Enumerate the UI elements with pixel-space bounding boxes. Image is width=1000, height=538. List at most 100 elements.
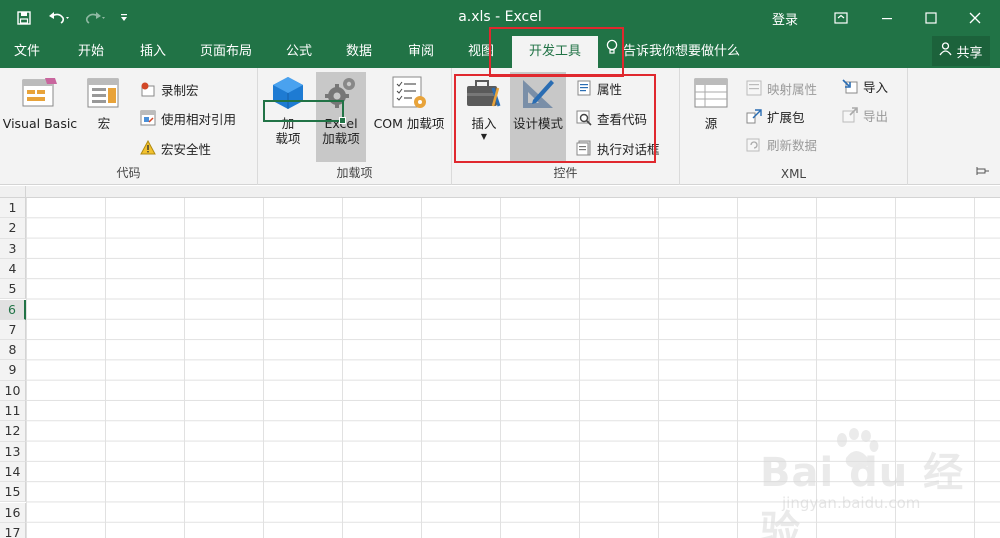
excel-addins-label-2: 加载项: [322, 131, 360, 146]
relative-reference-icon: [140, 110, 156, 126]
tell-me-label: 告诉我你想要做什么: [623, 44, 741, 59]
view-code-label: 查看代码: [597, 111, 648, 127]
watermark: Bai du 经验 jingyan.baidu.com: [746, 424, 986, 538]
row-header[interactable]: 8: [0, 340, 26, 361]
row-header[interactable]: 9: [0, 360, 26, 381]
run-dialog-label: 执行对话框: [597, 141, 660, 157]
refresh-data-button[interactable]: 刷新数据: [746, 133, 817, 155]
visual-basic-button[interactable]: Visual Basic: [2, 72, 78, 162]
macro-icon: [85, 74, 123, 112]
column-headers[interactable]: [26, 186, 1000, 198]
expansion-pack-button[interactable]: 扩展包: [746, 105, 805, 127]
row-header[interactable]: 1: [0, 198, 26, 219]
record-macro-button[interactable]: 录制宏: [140, 78, 199, 100]
group-code-label: 代码: [116, 166, 141, 180]
row-header[interactable]: 6: [0, 299, 26, 320]
share-button[interactable]: 共享: [932, 36, 990, 66]
visual-basic-icon: [21, 74, 59, 112]
watermark-main-text: Bai du 经验: [760, 450, 965, 538]
macro-button[interactable]: 宏: [84, 72, 124, 162]
tab-formulas[interactable]: 公式: [276, 36, 322, 68]
record-macro-icon: [140, 81, 156, 97]
view-code-button[interactable]: 查看代码: [576, 107, 647, 129]
properties-button[interactable]: 属性: [576, 77, 622, 99]
group-xml: 源 映射属性 扩展包 刷新数据 导入 导出 XML: [680, 68, 908, 185]
import-icon: [842, 78, 858, 94]
macro-label: 宏: [97, 116, 111, 131]
tab-view[interactable]: 视图: [458, 36, 504, 68]
import-button[interactable]: 导入: [842, 75, 888, 97]
row-header[interactable]: 10: [0, 380, 26, 401]
login-button[interactable]: 登录: [772, 9, 798, 28]
person-icon: [939, 42, 953, 60]
maximize-icon[interactable]: [908, 0, 954, 36]
xml-source-icon: [693, 74, 729, 112]
tab-file[interactable]: 文件: [4, 36, 50, 68]
map-properties-button[interactable]: 映射属性: [746, 77, 817, 99]
row-header[interactable]: 13: [0, 441, 26, 462]
macro-security-button[interactable]: 宏安全性: [140, 137, 211, 159]
row-header[interactable]: 5: [0, 279, 26, 300]
relative-reference-button[interactable]: 使用相对引用: [140, 107, 236, 129]
design-mode-label: 设计模式: [512, 116, 563, 131]
tab-data[interactable]: 数据: [336, 36, 382, 68]
insert-control-button[interactable]: 插入 ▼: [460, 72, 508, 162]
design-mode-icon: [519, 74, 557, 112]
group-addins-label: 加载项: [336, 166, 373, 180]
expansion-pack-label: 扩展包: [767, 109, 805, 125]
ribbon-tabs: 文件 开始 插入 页面布局 公式 数据 审阅 视图 开发工具 告诉我你想要做什么: [0, 36, 1000, 68]
row-header[interactable]: 14: [0, 461, 26, 483]
run-dialog-button[interactable]: 执行对话框: [576, 137, 660, 159]
row-header[interactable]: 7: [0, 319, 26, 341]
insert-control-label: 插入: [471, 116, 497, 131]
row-header[interactable]: 4: [0, 258, 26, 280]
minimize-icon[interactable]: [864, 0, 910, 36]
title-bar: a.xls - Excel 登录: [0, 0, 1000, 36]
group-controls: 插入 ▼ 设计模式 属性 查看代码 执行对话框 控件: [452, 68, 680, 185]
export-label: 导出: [863, 108, 889, 124]
share-label: 共享: [956, 45, 983, 61]
row-header[interactable]: 17: [0, 522, 26, 538]
refresh-data-label: 刷新数据: [767, 137, 818, 153]
ribbon-display-options-icon[interactable]: [818, 0, 864, 36]
lightbulb-icon: [606, 36, 618, 68]
row-header[interactable]: 12: [0, 421, 26, 442]
group-code: Visual Basic 宏 录制宏 使用相对引用 宏安全性 代码: [0, 68, 258, 185]
row-header[interactable]: 3: [0, 238, 26, 259]
row-header[interactable]: 16: [0, 502, 26, 523]
row-header[interactable]: 2: [0, 218, 26, 239]
row-header[interactable]: 15: [0, 482, 26, 503]
close-icon[interactable]: [952, 0, 998, 36]
ribbon: Visual Basic 宏 录制宏 使用相对引用 宏安全性 代码 加 载项 E…: [0, 68, 1000, 185]
relative-reference-label: 使用相对引用: [161, 111, 237, 127]
import-label: 导入: [863, 79, 889, 95]
active-cell[interactable]: [263, 100, 346, 124]
group-addins: 加 载项 Excel 加载项 COM 加载项 加载项: [258, 68, 452, 185]
export-button[interactable]: 导出: [842, 104, 888, 126]
com-addins-button[interactable]: COM 加载项: [370, 72, 448, 162]
refresh-icon: [746, 136, 762, 152]
com-addins-icon: [390, 74, 428, 112]
run-dialog-icon: [576, 140, 592, 156]
watermark-sub-text: jingyan.baidu.com: [782, 494, 921, 512]
pin-ribbon-icon[interactable]: [976, 165, 990, 180]
tab-insert[interactable]: 插入: [128, 36, 178, 68]
properties-icon: [576, 80, 592, 96]
tab-home[interactable]: 开始: [66, 36, 116, 68]
view-code-icon: [576, 110, 592, 126]
properties-label: 属性: [597, 81, 623, 97]
group-controls-label: 控件: [553, 166, 578, 180]
macro-security-label: 宏安全性: [161, 141, 212, 157]
toolbox-icon: [465, 74, 503, 112]
record-macro-label: 录制宏: [161, 82, 199, 98]
tab-page-layout[interactable]: 页面布局: [193, 36, 259, 68]
row-header[interactable]: 11: [0, 401, 26, 422]
com-addins-label: COM 加载项: [373, 116, 445, 131]
tell-me-search[interactable]: 告诉我你想要做什么: [606, 36, 740, 68]
tab-review[interactable]: 审阅: [398, 36, 444, 68]
warning-icon: [140, 139, 156, 156]
select-all-corner[interactable]: [0, 186, 26, 198]
tab-developer[interactable]: 开发工具: [512, 36, 598, 68]
design-mode-button[interactable]: 设计模式: [510, 72, 566, 162]
xml-source-button[interactable]: 源: [690, 72, 732, 162]
